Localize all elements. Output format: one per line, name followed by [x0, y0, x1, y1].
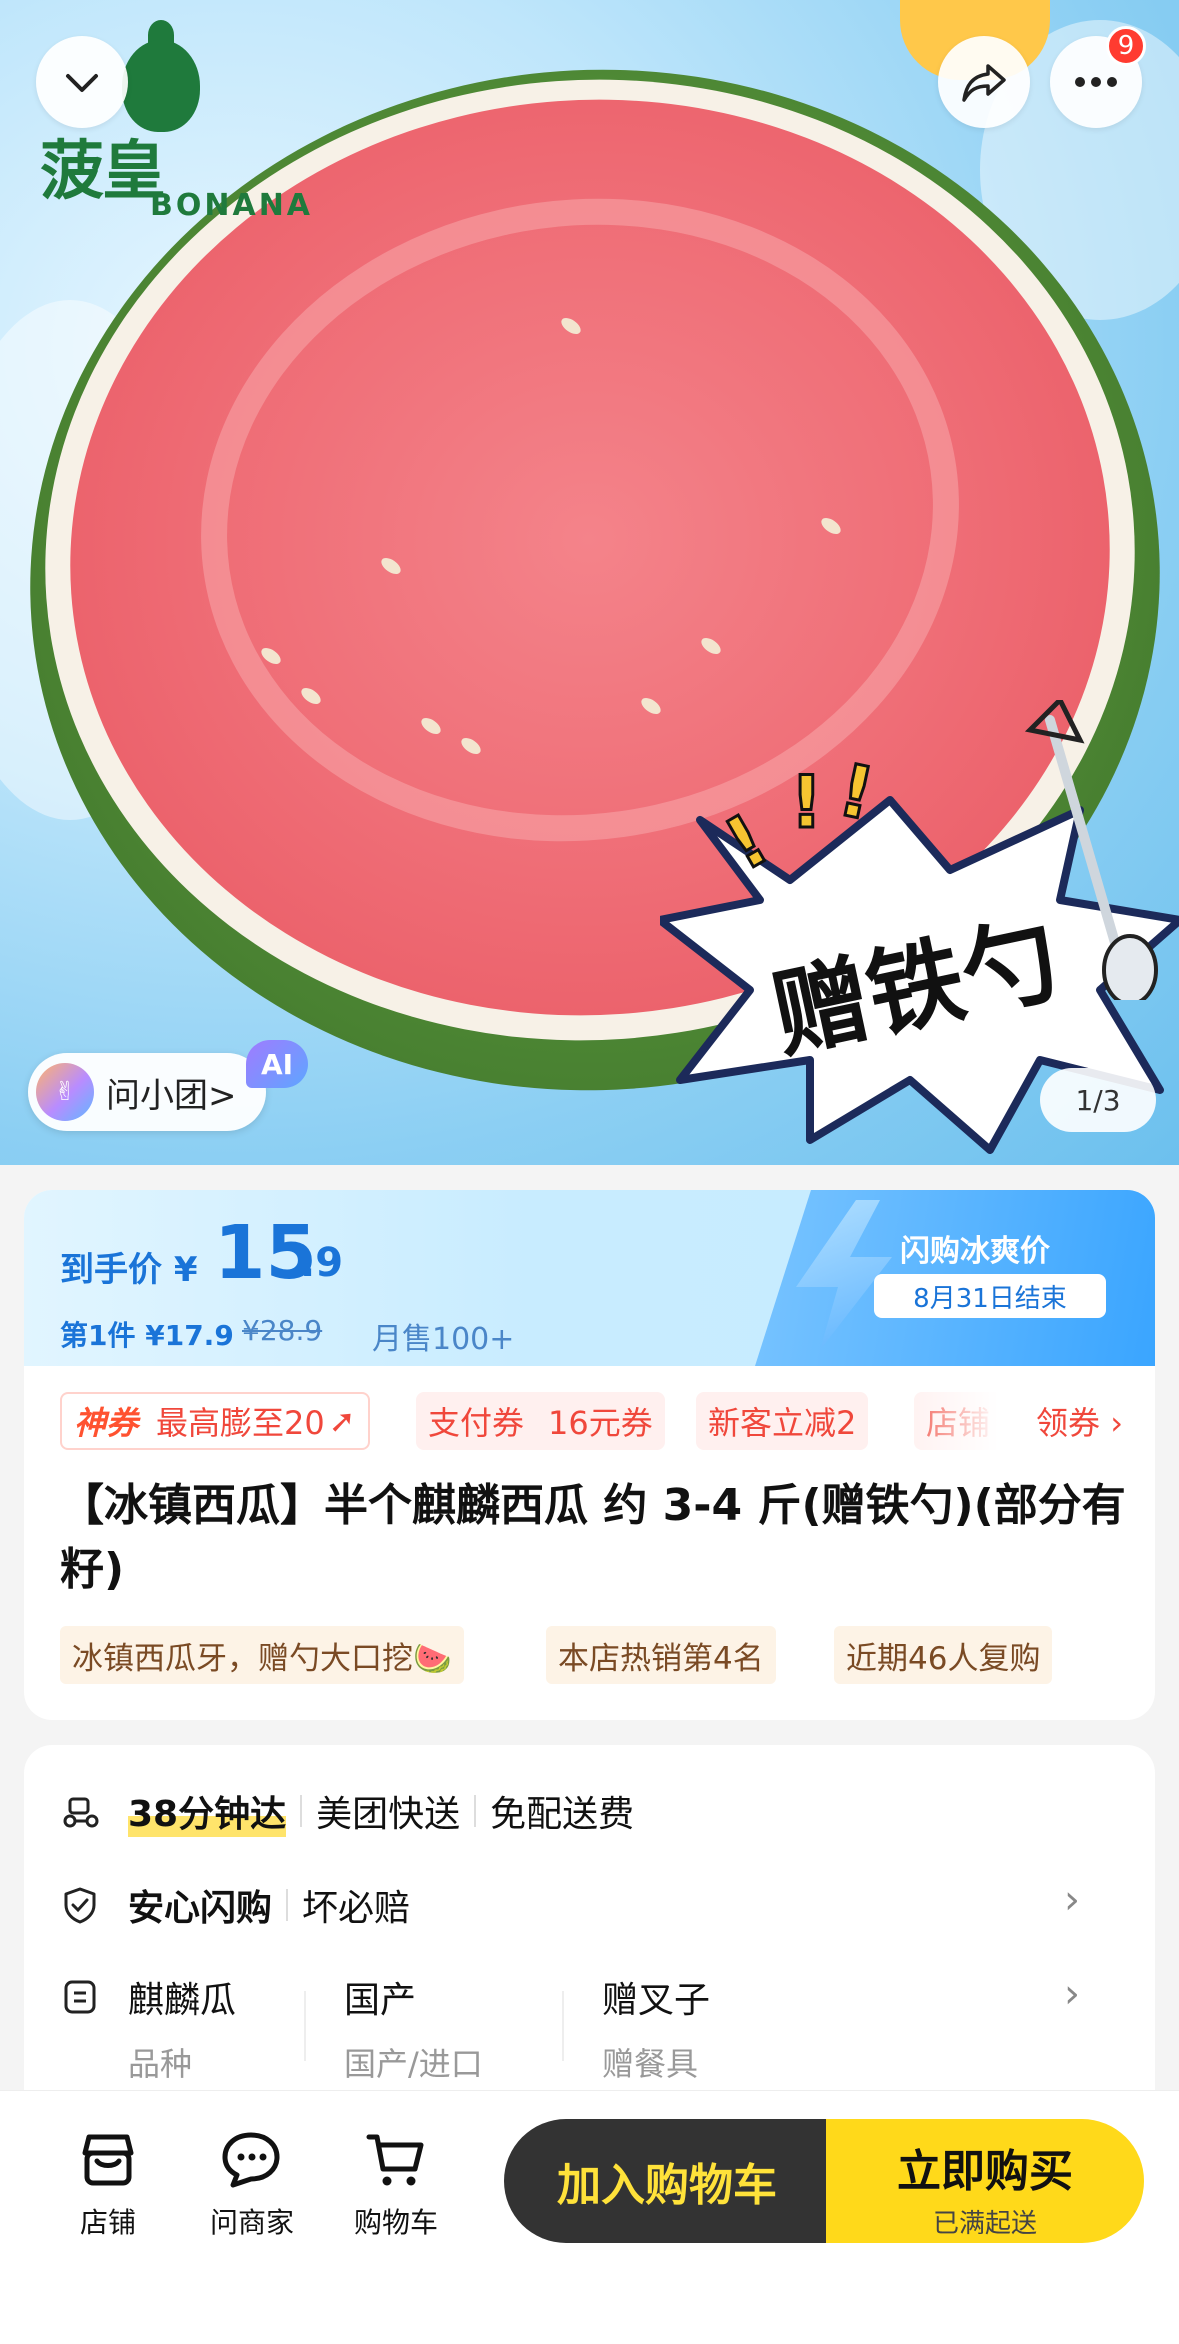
product-info-card: 到手价 ¥ 15 .9 第1件 ¥17.9 ¥28.9 月售100+ 闪购冰爽价…	[24, 1190, 1155, 1720]
spec-label: 赠餐具	[602, 2045, 699, 2083]
payment-coupon[interactable]: 支付券 16元券	[416, 1392, 665, 1450]
spoon-icon	[1024, 700, 1158, 1000]
guarantee-row[interactable]: 安心闪购 坏必赔 ›	[60, 1875, 1120, 1935]
final-price-label: 到手价 ¥	[60, 1250, 198, 1290]
chat-icon	[222, 2132, 280, 2188]
spec-label: 国产/进口	[344, 2045, 483, 2083]
image-pager: 1/3	[1040, 1068, 1156, 1132]
add-to-cart-button[interactable]: 加入购物车	[504, 2119, 830, 2243]
ask-merchant-tab[interactable]: 问商家	[192, 2131, 312, 2241]
flash-sale-end-date: 8月31日结束	[874, 1274, 1106, 1318]
product-tag: 冰镇西瓜牙，赠勺大口挖🍉	[60, 1626, 464, 1684]
back-button[interactable]	[36, 36, 128, 128]
share-icon	[962, 64, 1006, 102]
buy-now-label: 立即购买	[897, 2146, 1073, 2197]
god-coupon[interactable]: 神券 最高膨至20 ➚	[60, 1392, 370, 1450]
spec-label: 品种	[128, 2045, 193, 2083]
ai-assistant-label: 问小团>	[106, 1075, 237, 1116]
claim-coupon-link[interactable]: 领券 ›	[1036, 1398, 1123, 1444]
store-icon	[82, 2134, 134, 2186]
brand-name-cn: 菠皇	[40, 134, 166, 209]
product-tag: 近期46人复购	[834, 1626, 1053, 1684]
god-coupon-text: 最高膨至20	[156, 1404, 325, 1442]
ai-assistant-button[interactable]: ✌ 问小团>	[28, 1053, 266, 1131]
brand-name-en: BONANA	[150, 188, 314, 223]
guarantee-detail: 坏必赔	[302, 1888, 411, 1929]
product-image-carousel[interactable]: 菠皇 BONANA 9 ! ! ! 赠铁勺 ✌ 问小团> AI 1/3	[0, 0, 1179, 1165]
ai-assistant-icon: ✌	[36, 1063, 94, 1121]
spec-value: 麒麟瓜	[128, 1980, 237, 2021]
exclamation-mark: !	[789, 759, 825, 846]
spec-value: 国产	[344, 1980, 417, 2021]
ask-merchant-tab-label: 问商家	[209, 2206, 294, 2239]
monthly-sales: 月售100+	[372, 1322, 515, 1357]
bottom-action-bar: 店铺 问商家 购物车 加入购物车 立即购买 已满起送	[0, 2090, 1179, 2344]
spec-origin: 国产 国产/进口	[344, 1971, 483, 2085]
spec-row[interactable]: 麒麟瓜 品种 国产 国产/进口 赠叉子 赠餐具 ›	[60, 1971, 1120, 2091]
spec-utensils: 赠叉子 赠餐具	[602, 1971, 710, 2085]
original-price: ¥28.9	[242, 1314, 323, 1347]
divider	[304, 1991, 306, 2061]
divider	[474, 1795, 477, 1827]
cart-icon	[366, 2134, 424, 2186]
payment-coupon-label: 支付券	[428, 1404, 525, 1442]
pineapple-icon	[122, 40, 200, 132]
delivery-icon	[60, 1791, 100, 1831]
divider	[562, 1991, 564, 2061]
notification-badge: 9	[1106, 26, 1146, 66]
arrow-up-icon: ➚	[328, 1402, 356, 1440]
cart-tab-label: 购物车	[353, 2206, 438, 2239]
delivery-time: 38分钟达	[128, 1785, 287, 1837]
store-tab-label: 店铺	[79, 2206, 136, 2239]
chevron-down-icon	[66, 74, 98, 92]
chevron-right-icon: ›	[1064, 1877, 1080, 1923]
ai-badge: AI	[246, 1040, 308, 1088]
spec-list-icon	[60, 1977, 100, 2017]
final-price-decimal: .9	[300, 1240, 344, 1286]
product-title: 【冰镇西瓜】半个麒麟西瓜 约 3-4 斤(赠铁勺)(部分有籽)	[60, 1480, 1126, 1595]
buy-now-button[interactable]: 立即购买 已满起送	[826, 2119, 1144, 2243]
flash-sale-title: 闪购冰爽价	[900, 1234, 1050, 1269]
first-piece-price: 第1件 ¥17.9	[60, 1319, 234, 1352]
delivery-fee: 免配送费	[490, 1794, 635, 1835]
product-tag: 本店热销第4名	[546, 1626, 776, 1684]
chevron-right-icon: ›	[1064, 1971, 1080, 2017]
delivery-row: 38分钟达 美团快送 免配送费	[60, 1781, 634, 1841]
spec-value: 赠叉子	[602, 1980, 711, 2021]
service-card: 38分钟达 美团快送 免配送费 安心闪购 坏必赔 › 麒麟瓜 品种 国产 国产/…	[24, 1745, 1155, 2125]
payment-coupon-amount: 16元券	[548, 1404, 653, 1442]
buy-now-sublabel: 已满起送	[932, 2209, 1037, 2239]
new-customer-coupon[interactable]: 新客立减2	[696, 1392, 869, 1450]
store-tab[interactable]: 店铺	[48, 2131, 168, 2241]
divider	[286, 1889, 289, 1921]
guarantee-title: 安心闪购	[128, 1888, 273, 1929]
share-button[interactable]	[938, 36, 1030, 128]
shield-icon	[60, 1885, 100, 1925]
more-button[interactable]: 9	[1050, 26, 1146, 128]
god-coupon-tag: 神券	[74, 1404, 139, 1442]
cart-tab[interactable]: 购物车	[336, 2131, 456, 2241]
delivery-service: 美团快送	[316, 1794, 461, 1835]
more-dots-icon	[1075, 77, 1117, 87]
coupon-strip[interactable]: 神券 最高膨至20 ➚ 支付券 16元券 新客立减2 店铺 领券 ›	[24, 1392, 1155, 1454]
divider	[300, 1795, 303, 1827]
spec-variety: 麒麟瓜 品种	[128, 1971, 236, 2085]
